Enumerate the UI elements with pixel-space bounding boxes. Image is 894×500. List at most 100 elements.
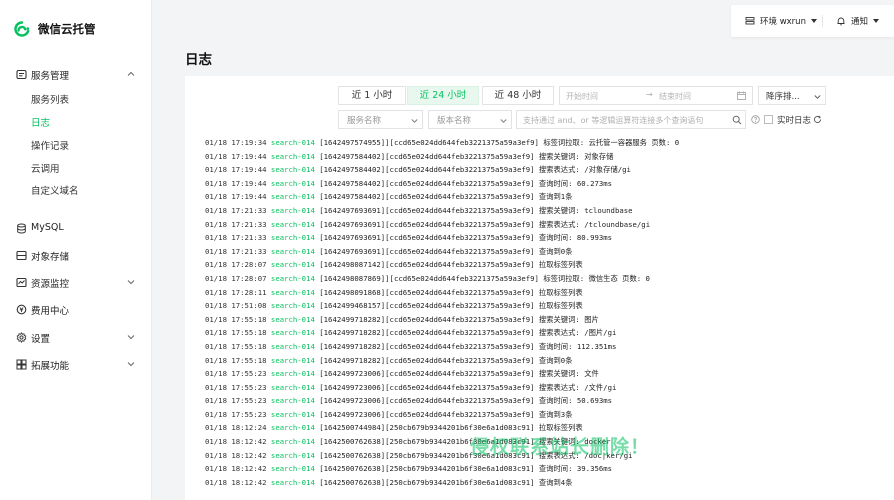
caret-down-icon bbox=[873, 19, 880, 23]
log-entry: 01/18 17:55:23 search-014 [1642499723006… bbox=[205, 408, 885, 422]
log-message: [1642497693691][ccd65e024dd644feb3221375… bbox=[319, 233, 613, 243]
end-time-placeholder: 结束时间 bbox=[659, 92, 691, 101]
notify-button[interactable]: 通知 bbox=[836, 15, 880, 27]
log-entry: 01/18 17:55:18 search-014 [1642499718282… bbox=[205, 326, 885, 340]
log-entry: 01/18 17:21:33 search-014 [1642497693691… bbox=[205, 231, 885, 245]
nav-group-object-storage[interactable]: 对象存储 bbox=[0, 244, 152, 266]
service-icon bbox=[16, 69, 27, 80]
arrow-right-icon: → bbox=[646, 90, 653, 99]
refresh-icon[interactable] bbox=[813, 115, 822, 124]
log-entry: 01/18 17:19:44 search-014 [1642497584402… bbox=[205, 190, 885, 204]
log-message: [1642499723006][ccd65e024dd644feb3221375… bbox=[319, 382, 617, 392]
log-message: [1642498091868][ccd65e024dd644feb3221375… bbox=[319, 287, 583, 297]
log-service: search-014 bbox=[270, 369, 315, 379]
env-label: 环境 wxrun bbox=[760, 17, 806, 27]
log-service: search-014 bbox=[270, 301, 315, 311]
log-service: search-014 bbox=[270, 477, 315, 487]
nav-group-mysql[interactable]: MySQL bbox=[0, 217, 152, 239]
tab-last-24-hours[interactable]: 近 24 小时 bbox=[407, 86, 479, 105]
sort-order-select[interactable]: 降序排... bbox=[758, 86, 826, 105]
log-entry: 01/18 17:51:08 search-014 [1642499468157… bbox=[205, 299, 885, 313]
log-message: [1642497693691][ccd65e024dd644feb3221375… bbox=[319, 246, 573, 256]
log-timestamp: 01/18 17:55:18 bbox=[205, 328, 267, 338]
nav-group-label: 费用中心 bbox=[31, 306, 70, 317]
query-placeholder: 支持通过 and、or 等逻辑运算符连接多个查询语句 bbox=[523, 116, 704, 125]
sidebar-item-operation-records[interactable]: 操作记录 bbox=[31, 138, 141, 156]
help-icon[interactable] bbox=[751, 115, 760, 124]
chevron-down-icon bbox=[127, 362, 135, 367]
time-range-picker[interactable]: 开始时间 → 结束时间 bbox=[559, 86, 753, 105]
query-input[interactable]: 支持通过 and、or 等逻辑运算符连接多个查询语句 bbox=[516, 110, 746, 129]
nav-group-label: 服务管理 bbox=[31, 71, 70, 82]
log-message: [1642499723006][ccd65e024dd644feb3221375… bbox=[319, 409, 573, 419]
log-timestamp: 01/18 17:19:44 bbox=[205, 151, 267, 161]
nav-group-billing-center[interactable]: 费用中心 bbox=[0, 298, 152, 320]
tab-last-1-hour[interactable]: 近 1 小时 bbox=[338, 86, 406, 105]
app-name: 微信云托管 bbox=[38, 22, 96, 36]
env-icon bbox=[745, 17, 755, 25]
nav-group-label: 拓展功能 bbox=[31, 361, 70, 372]
nav-group-extensions[interactable]: 拓展功能 bbox=[0, 353, 152, 375]
log-timestamp: 01/18 18:12:24 bbox=[205, 423, 267, 433]
app-logo[interactable]: 微信云托管 bbox=[12, 19, 96, 39]
log-service: search-014 bbox=[270, 328, 315, 338]
nav-group-settings[interactable]: 设置 bbox=[0, 326, 152, 348]
log-message: [1642498087142][ccd65e024dd644feb3221375… bbox=[319, 260, 583, 270]
log-message: [1642497584402][ccd65e024dd644feb3221375… bbox=[319, 151, 614, 161]
log-entry: 01/18 17:19:44 search-014 [1642497584402… bbox=[205, 150, 885, 164]
log-timestamp: 01/18 17:21:33 bbox=[205, 219, 267, 229]
log-entry: 01/18 17:28:11 search-014 [1642498091868… bbox=[205, 286, 885, 300]
chevron-up-icon bbox=[127, 71, 135, 76]
log-message: [1642499718282][ccd65e024dd644feb3221375… bbox=[319, 355, 573, 365]
chevron-down-icon bbox=[500, 119, 507, 123]
sidebar-item-service-list[interactable]: 服务列表 bbox=[31, 92, 141, 110]
bell-icon bbox=[837, 17, 845, 26]
env-selector[interactable]: 环境 wxrun bbox=[745, 15, 817, 27]
tab-last-48-hours[interactable]: 近 48 小时 bbox=[482, 86, 554, 105]
service-name-select[interactable]: 服务名称 bbox=[338, 110, 423, 129]
log-service: search-014 bbox=[270, 151, 315, 161]
log-timestamp: 01/18 17:55:23 bbox=[205, 396, 267, 406]
log-message: [1642499718282][ccd65e024dd644feb3221375… bbox=[319, 341, 617, 351]
log-service: search-014 bbox=[270, 219, 315, 229]
log-service: search-014 bbox=[270, 273, 315, 283]
sidebar: 微信云托管 服务管理 服务列表 日志 操作记录 云调用 自定义域名 MySQL … bbox=[0, 0, 152, 500]
log-entry: 01/18 17:21:33 search-014 [1642497693691… bbox=[205, 218, 885, 232]
log-service: search-014 bbox=[270, 423, 315, 433]
log-message: [1642499718282][ccd65e024dd644feb3221375… bbox=[319, 314, 599, 324]
log-timestamp: 01/18 17:28:07 bbox=[205, 260, 267, 270]
log-entry: 01/18 17:28:07 search-014 [1642498087869… bbox=[205, 272, 885, 286]
log-entry: 01/18 17:19:44 search-014 [1642497584402… bbox=[205, 177, 885, 191]
realtime-log-checkbox[interactable] bbox=[764, 115, 773, 124]
log-timestamp: 01/18 17:55:18 bbox=[205, 355, 267, 365]
log-service: search-014 bbox=[270, 260, 315, 270]
log-service: search-014 bbox=[270, 314, 315, 324]
log-entry: 01/18 18:12:42 search-014 [1642500762638… bbox=[205, 476, 885, 490]
monitor-icon bbox=[16, 277, 27, 288]
log-timestamp: 01/18 18:12:42 bbox=[205, 450, 267, 460]
log-service: search-014 bbox=[270, 287, 315, 297]
log-message: [1642499468157][ccd65e024dd644feb3221375… bbox=[319, 301, 583, 311]
sidebar-item-custom-domain[interactable]: 自定义域名 bbox=[31, 183, 141, 201]
search-icon[interactable] bbox=[732, 115, 742, 125]
calendar-icon bbox=[737, 91, 746, 100]
log-message: [1642497574955]][ccd65e024dd644feb322137… bbox=[319, 138, 680, 147]
version-name-select[interactable]: 版本名称 bbox=[428, 110, 512, 129]
log-entry: 01/18 17:21:33 search-014 [1642497693691… bbox=[205, 245, 885, 259]
log-timestamp: 01/18 17:51:08 bbox=[205, 301, 267, 311]
log-timestamp: 01/18 17:21:33 bbox=[205, 205, 267, 215]
sidebar-item-cloud-call[interactable]: 云调用 bbox=[31, 161, 141, 179]
log-service: search-014 bbox=[270, 192, 315, 202]
chevron-down-icon bbox=[814, 95, 821, 99]
log-entry: 01/18 17:55:23 search-014 [1642499723006… bbox=[205, 394, 885, 408]
log-service: search-014 bbox=[270, 355, 315, 365]
sidebar-item-logs[interactable]: 日志 bbox=[31, 115, 141, 133]
log-service: search-014 bbox=[270, 165, 315, 175]
log-timestamp: 01/18 17:55:23 bbox=[205, 382, 267, 392]
log-entry: 01/18 17:19:44 search-014 [1642497584402… bbox=[205, 163, 885, 177]
nav-group-label: MySQL bbox=[31, 222, 64, 233]
nav-group-service-management[interactable]: 服务管理 bbox=[0, 63, 152, 85]
log-message: [1642499723006][ccd65e024dd644feb3221375… bbox=[319, 369, 599, 379]
service-name-placeholder: 服务名称 bbox=[347, 116, 382, 126]
nav-group-resource-monitor[interactable]: 资源监控 bbox=[0, 271, 152, 293]
